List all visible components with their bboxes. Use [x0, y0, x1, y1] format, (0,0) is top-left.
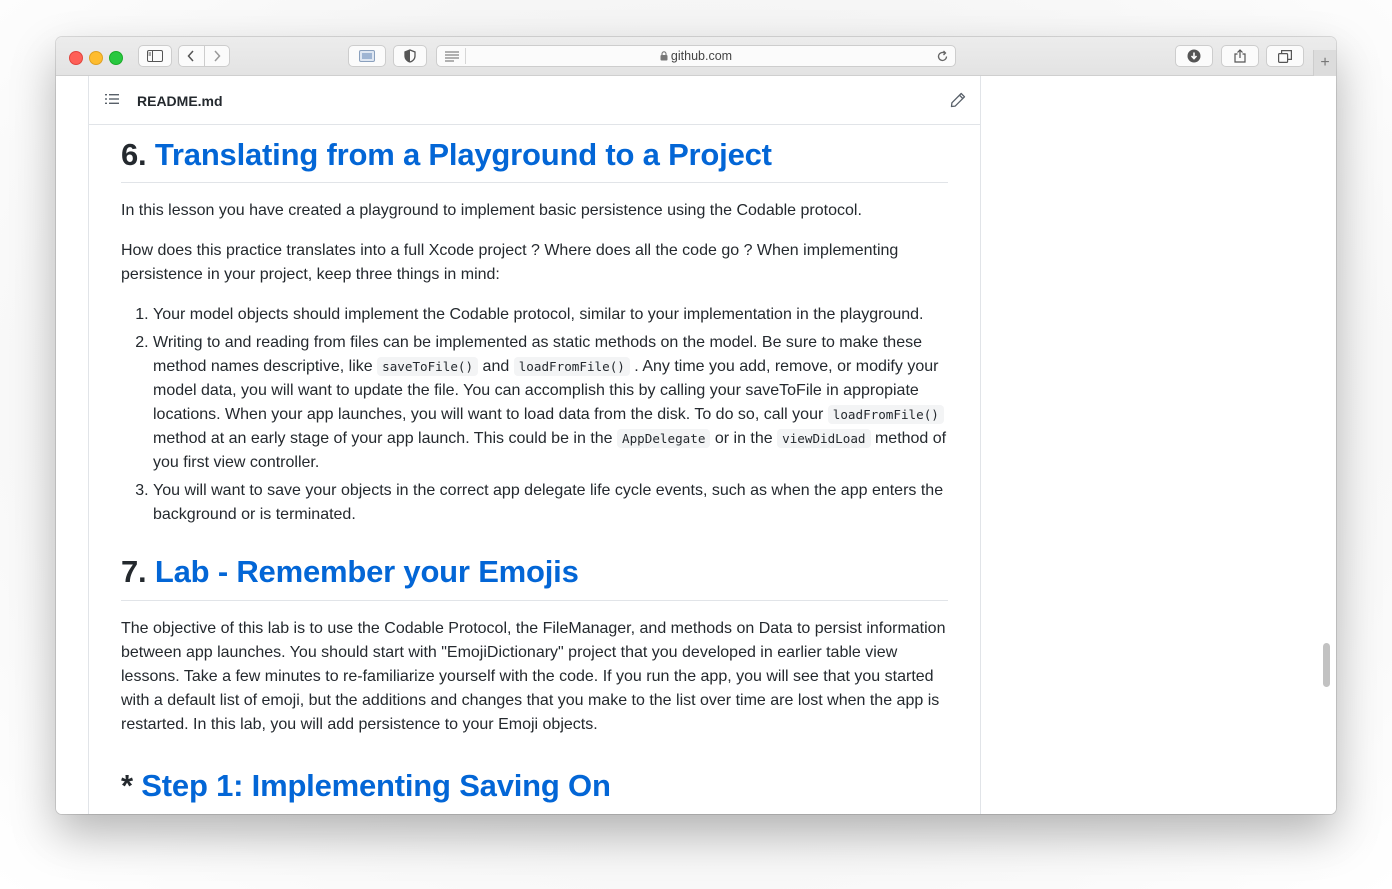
lock-icon — [660, 51, 668, 61]
section-6-list: Your model objects should implement the … — [121, 303, 948, 527]
downloads-button[interactable] — [1175, 45, 1213, 67]
section-7-heading: 7. Lab - Remember your Emojis — [121, 551, 948, 601]
list-item: Writing to and reading from files can be… — [153, 331, 948, 475]
list-icon[interactable] — [105, 93, 119, 105]
new-tab-button[interactable]: + — [1313, 50, 1336, 76]
privacy-report-button[interactable] — [393, 45, 427, 67]
code-view-did-load: viewDidLoad — [777, 429, 871, 448]
step-1-heading: * Step 1: Implementing Saving On — [121, 765, 948, 814]
chevron-left-icon — [187, 50, 194, 62]
share-icon — [1234, 49, 1246, 63]
section-6-heading: 6. Translating from a Playground to a Pr… — [121, 135, 948, 183]
section-6-number: 6. — [121, 137, 147, 172]
browser-window: github.com + README.md 6. Translating fr… — [56, 37, 1336, 814]
close-window-button[interactable] — [69, 51, 83, 65]
address-bar[interactable]: github.com — [436, 45, 956, 67]
list-item-text: method at an early stage of your app lau… — [153, 430, 617, 447]
readme-header: README.md — [89, 76, 980, 125]
section-7-number: 7. — [121, 554, 147, 589]
url-display: github.com — [437, 49, 955, 63]
readme-panel: README.md 6. Translating from a Playgrou… — [88, 76, 981, 814]
list-item: Your model objects should implement the … — [153, 303, 948, 327]
pencil-icon[interactable] — [950, 92, 966, 108]
page-content: README.md 6. Translating from a Playgrou… — [56, 76, 1336, 814]
step-1-link[interactable]: Step 1: Implementing Saving On — [141, 768, 611, 803]
vertical-scrollbar[interactable] — [1323, 643, 1330, 687]
section-6-link[interactable]: Translating from a Playground to a Proje… — [155, 137, 772, 172]
sidebar-icon — [147, 50, 163, 62]
download-icon — [1187, 49, 1201, 63]
forward-button[interactable] — [203, 46, 230, 66]
url-text: github.com — [670, 49, 733, 63]
zoom-window-button[interactable] — [109, 51, 123, 65]
section-7-paragraph: The objective of this lab is to use the … — [121, 620, 946, 733]
code-app-delegate: AppDelegate — [617, 429, 711, 448]
section-6-paragraph-2: How does this practice translates into a… — [121, 242, 899, 283]
tab-overview-grid-button[interactable] — [1266, 45, 1304, 67]
reload-icon[interactable] — [936, 50, 949, 63]
section-6-paragraph-1: In this lesson you have created a playgr… — [121, 202, 862, 219]
tabs-icon — [1278, 49, 1292, 63]
list-item-text: and — [478, 358, 514, 375]
list-item-text: or in the — [710, 430, 778, 447]
chevron-right-icon — [214, 50, 221, 62]
browser-toolbar: github.com + — [56, 37, 1336, 76]
sidebar-toggle-button[interactable] — [138, 45, 172, 67]
section-7-link[interactable]: Lab - Remember your Emojis — [155, 554, 579, 589]
tab-overview-button[interactable] — [348, 45, 386, 67]
back-button[interactable] — [179, 46, 204, 66]
minimize-window-button[interactable] — [89, 51, 103, 65]
readme-filename: README.md — [137, 93, 223, 109]
window-thumbnail-icon — [359, 50, 375, 62]
back-forward-control — [178, 45, 230, 67]
code-load-from-file: loadFromFile() — [827, 405, 944, 424]
step-1-prefix: * — [121, 768, 133, 803]
shield-icon — [404, 49, 416, 63]
markdown-body: 6. Translating from a Playground to a Pr… — [121, 125, 948, 814]
list-item: You will want to save your objects in th… — [153, 479, 948, 527]
code-load-from-file: loadFromFile() — [513, 357, 630, 376]
share-button[interactable] — [1221, 45, 1259, 67]
code-save-to-file: saveToFile() — [377, 357, 479, 376]
